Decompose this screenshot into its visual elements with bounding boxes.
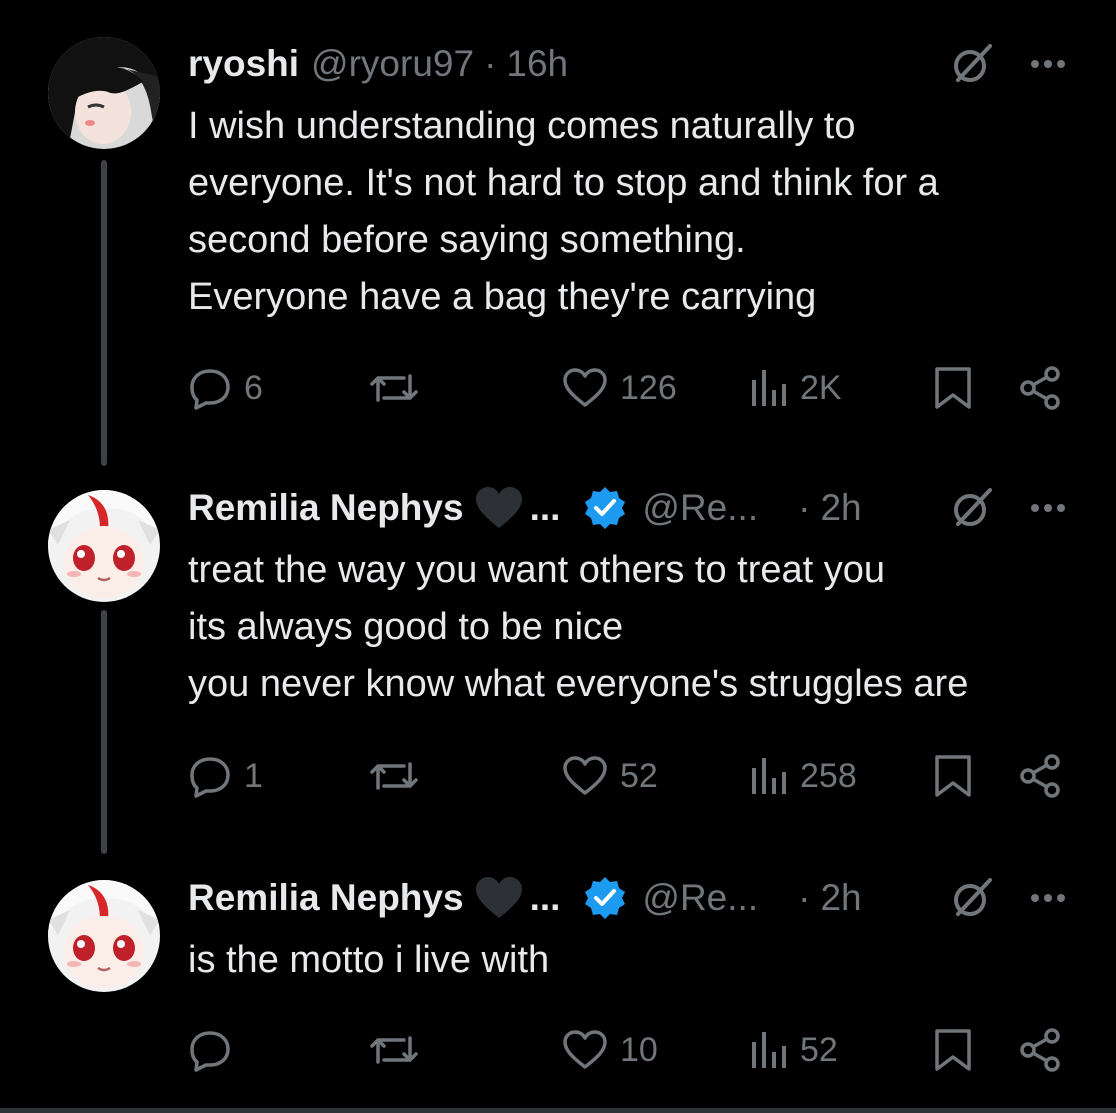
verified-badge-icon[interactable]	[582, 875, 628, 921]
tweet-time[interactable]: 16h	[506, 43, 568, 85]
tweet-header: ryoshi @ryoru97 · 16h	[188, 36, 1076, 92]
header-actions	[950, 870, 1066, 926]
retweet-button[interactable]	[368, 1022, 432, 1078]
more-options-icon[interactable]	[1030, 59, 1066, 69]
name-truncation: ...	[529, 487, 561, 528]
tweet-time[interactable]: 2h	[820, 877, 861, 919]
bookmark-button[interactable]	[933, 1022, 973, 1078]
like-button[interactable]: 10	[562, 1022, 658, 1078]
tweet-header: Remilia Nephys ... @Re... · 2h	[188, 870, 1076, 926]
author-name[interactable]: ryoshi	[188, 43, 299, 85]
share-button[interactable]	[1018, 360, 1062, 416]
separator-dot: ·	[798, 487, 811, 528]
tweet-text-line: everyone. It's not hard to stop and thin…	[188, 162, 939, 204]
author-name[interactable]: Remilia Nephys	[188, 487, 464, 529]
reply-count: 1	[244, 756, 263, 795]
tweet-text-line: its always good to be nice	[188, 606, 624, 648]
tweet-header: Remilia Nephys ... @Re... · 2h	[188, 480, 1076, 536]
grok-icon[interactable]	[950, 486, 994, 530]
grok-icon[interactable]	[950, 876, 994, 920]
tweet-2[interactable]: Remilia Nephys ... @Re... · 2h treat the…	[0, 470, 1116, 860]
views-button[interactable]: 258	[748, 748, 857, 804]
reply-button[interactable]: 1	[188, 748, 263, 804]
tweet-actions: 1 52 258	[188, 748, 1068, 804]
author-handle[interactable]: @Re...	[642, 877, 758, 919]
more-options-icon[interactable]	[1030, 893, 1066, 903]
view-count: 2K	[800, 368, 842, 407]
tweet-1[interactable]: ryoshi @ryoru97 · 16h I wish understandi…	[0, 0, 1116, 470]
verified-badge-icon[interactable]	[582, 485, 628, 531]
grok-icon[interactable]	[950, 42, 994, 86]
views-button[interactable]: 2K	[748, 360, 842, 416]
tweet-text: is the motto i live with	[188, 932, 1088, 989]
like-count: 52	[620, 756, 658, 795]
reply-icon	[188, 366, 232, 410]
bookmark-icon	[933, 1027, 973, 1073]
reply-button[interactable]	[188, 1022, 244, 1078]
bookmark-button[interactable]	[933, 748, 973, 804]
tweet-text: treat the way you want others to treat y…	[188, 542, 1088, 713]
tweet-text-line: Everyone have a bag they're carrying	[188, 276, 817, 318]
tweet-time[interactable]: 2h	[820, 487, 861, 529]
like-count: 126	[620, 368, 677, 407]
share-icon	[1018, 1027, 1062, 1073]
conversation-thread: ryoshi @ryoru97 · 16h I wish understandi…	[0, 0, 1116, 1113]
tweet-3[interactable]: Remilia Nephys ... @Re... · 2h is the mo…	[0, 860, 1116, 1113]
author-handle[interactable]: @Re...	[642, 487, 758, 529]
heart-icon	[562, 755, 608, 797]
reply-icon	[188, 1028, 232, 1072]
author-name[interactable]: Remilia Nephys	[188, 877, 464, 919]
share-icon	[1018, 365, 1062, 411]
tweet-text-line: is the motto i live with	[188, 939, 550, 981]
share-icon	[1018, 753, 1062, 799]
like-button[interactable]: 52	[562, 748, 658, 804]
tweet-actions: 6 126 2K	[188, 360, 1068, 416]
heart-icon	[562, 367, 608, 409]
tweet-text-line: I wish understanding comes naturally to	[188, 105, 856, 147]
view-count: 52	[800, 1030, 838, 1069]
bottom-divider	[0, 1108, 1116, 1113]
name-truncation: ...	[529, 877, 561, 918]
retweet-button[interactable]	[368, 748, 432, 804]
views-button[interactable]: 52	[748, 1022, 838, 1078]
share-button[interactable]	[1018, 1022, 1062, 1078]
separator-dot: ·	[798, 877, 811, 918]
reply-count: 6	[244, 368, 263, 407]
bookmark-button[interactable]	[933, 360, 973, 416]
reply-button[interactable]: 6	[188, 360, 263, 416]
retweet-icon	[368, 754, 420, 798]
tweet-text-line: treat the way you want others to treat y…	[188, 549, 886, 591]
reply-icon	[188, 754, 232, 798]
tweet-text-line: second before saying something.	[188, 219, 746, 261]
tweet-actions: 10 52	[188, 1022, 1068, 1078]
author-handle[interactable]: @ryoru97	[311, 43, 474, 85]
retweet-icon	[368, 366, 420, 410]
thread-connector-line	[101, 160, 107, 466]
avatar-remilia[interactable]	[48, 490, 160, 602]
views-icon	[748, 754, 788, 798]
retweet-button[interactable]	[368, 360, 432, 416]
bookmark-icon	[933, 365, 973, 411]
retweet-icon	[368, 1028, 420, 1072]
avatar-ryoshi[interactable]	[48, 37, 160, 149]
heart-icon	[562, 1029, 608, 1071]
avatar-remilia[interactable]	[48, 880, 160, 992]
header-actions	[950, 36, 1066, 92]
like-button[interactable]: 126	[562, 360, 677, 416]
more-options-icon[interactable]	[1030, 503, 1066, 513]
separator-dot: ·	[484, 43, 497, 84]
thread-connector-line	[101, 610, 107, 854]
tweet-text: I wish understanding comes naturally to …	[188, 98, 1088, 326]
black-heart-emoji	[474, 486, 524, 530]
like-count: 10	[620, 1030, 658, 1069]
black-heart-emoji	[474, 876, 524, 920]
tweet-text-line: you never know what everyone's struggles…	[188, 663, 969, 705]
views-icon	[748, 1028, 788, 1072]
bookmark-icon	[933, 753, 973, 799]
view-count: 258	[800, 756, 857, 795]
header-actions	[950, 480, 1066, 536]
share-button[interactable]	[1018, 748, 1062, 804]
views-icon	[748, 366, 788, 410]
